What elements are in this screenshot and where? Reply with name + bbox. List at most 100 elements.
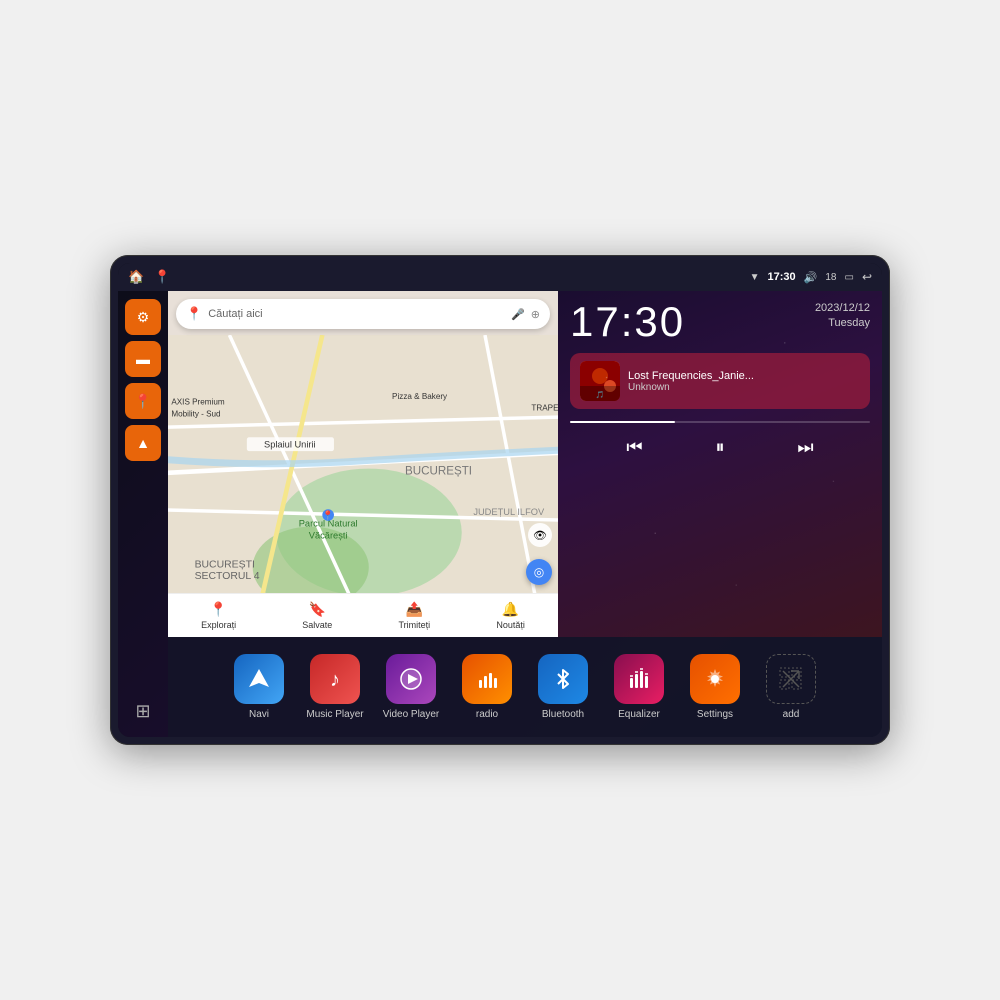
map-share-item[interactable]: 📤 Trimiteți	[399, 601, 431, 630]
crosshair-icon: ◎	[534, 565, 544, 579]
clock-time: 17:30	[570, 301, 685, 343]
home-icon[interactable]: 🏠	[128, 269, 144, 285]
next-button[interactable]: ⏭	[787, 433, 823, 462]
pause-button[interactable]: ⏸	[705, 433, 734, 462]
svg-text:JUDEȚUL ILFOV: JUDEȚUL ILFOV	[473, 507, 545, 517]
progress-bar-fill	[570, 421, 675, 423]
back-icon[interactable]: ↩	[862, 270, 872, 284]
map-eye-btn[interactable]: 👁	[528, 523, 552, 547]
status-bar: 🏠 📍 ▼ 17:30 🔊 18 ▭ ↩	[118, 263, 882, 291]
navi-label: Navi	[249, 709, 269, 720]
battery-level: 18	[825, 272, 836, 283]
app-video[interactable]: Video Player	[381, 654, 441, 720]
device-screen: 🏠 📍 ▼ 17:30 🔊 18 ▭ ↩ ⚙ ▬	[118, 263, 882, 737]
explore-label: Explorați	[201, 620, 236, 630]
layers-icon[interactable]: ⊕	[531, 308, 540, 321]
navigation-icon: ▲	[136, 435, 150, 451]
music-title: Lost Frequencies_Janie...	[628, 370, 860, 382]
app-navi[interactable]: Navi	[229, 654, 289, 720]
sidebar-apps-btn[interactable]: ⊞	[125, 693, 161, 729]
map-panel: 📍 Căutați aici 🎤 ⊕	[168, 291, 558, 637]
equalizer-label: Equalizer	[618, 709, 660, 720]
album-art: 🎵	[580, 361, 620, 401]
status-left-icons: 🏠 📍	[128, 269, 170, 285]
navi-icon-bg	[234, 654, 284, 704]
svg-text:🎵: 🎵	[596, 390, 605, 399]
clock-section: 17:30 2023/12/12 Tuesday	[570, 301, 870, 343]
explore-icon: 📍	[210, 601, 227, 618]
svg-text:BUCUREȘTI: BUCUREȘTI	[405, 464, 472, 477]
music-card[interactable]: 🎵 Lost Frequencies_Janie... Unknown	[570, 353, 870, 409]
app-add[interactable]: add	[761, 654, 821, 720]
settings-icon-bg	[690, 654, 740, 704]
svg-text:Văcărești: Văcărești	[309, 530, 348, 540]
map-search-bar[interactable]: 📍 Căutați aici 🎤 ⊕	[176, 299, 550, 329]
media-controls: ⏮ ⏸ ⏭	[570, 429, 870, 466]
app-settings[interactable]: Settings	[685, 654, 745, 720]
battery-icon: ▭	[844, 272, 853, 283]
bluetooth-icon-bg	[538, 654, 588, 704]
svg-text:📍: 📍	[322, 510, 334, 522]
sidebar-map-btn[interactable]: 📍	[125, 383, 161, 419]
app-equalizer[interactable]: Equalizer	[609, 654, 669, 720]
sidebar-nav-btn[interactable]: ▲	[125, 425, 161, 461]
map-pin-icon: 📍	[186, 306, 202, 322]
svg-text:SECTORUL 4: SECTORUL 4	[195, 571, 260, 582]
svg-text:BUCUREȘTI: BUCUREȘTI	[195, 559, 255, 570]
content-area: 📍 Căutați aici 🎤 ⊕	[168, 291, 882, 737]
volume-icon: 🔊	[804, 271, 818, 284]
status-right-icons: ▼ 17:30 🔊 18 ▭ ↩	[750, 270, 872, 284]
saved-label: Salvate	[302, 620, 332, 630]
sidebar-folder-btn[interactable]: ▬	[125, 341, 161, 377]
add-icon-bg	[766, 654, 816, 704]
progress-bar[interactable]	[570, 421, 870, 423]
grid-icon: ⊞	[135, 701, 150, 722]
settings-label: Settings	[697, 709, 733, 720]
sidebar-settings-btn[interactable]: ⚙	[125, 299, 161, 335]
top-section: 📍 Căutați aici 🎤 ⊕	[168, 291, 882, 637]
map-news-item[interactable]: 🔔 Noutăți	[496, 601, 525, 630]
svg-text:TRAPE...: TRAPE...	[531, 404, 558, 413]
app-radio[interactable]: radio	[457, 654, 517, 720]
video-icon-bg	[386, 654, 436, 704]
map-saved-item[interactable]: 🔖 Salvate	[302, 601, 332, 630]
folder-icon: ▬	[136, 351, 150, 367]
radio-icon-bg	[462, 654, 512, 704]
map-search-text: Căutați aici	[208, 308, 505, 320]
gear-icon: ⚙	[137, 309, 150, 326]
svg-text:Splaiul Unirii: Splaiul Unirii	[264, 440, 316, 450]
clock-date: 2023/12/12	[815, 301, 870, 316]
app-music[interactable]: ♪ Music Player	[305, 654, 365, 720]
music-label: Music Player	[306, 709, 363, 720]
share-label: Trimiteți	[399, 620, 431, 630]
svg-text:Mobility - Sud: Mobility - Sud	[171, 409, 220, 418]
map-icon: 📍	[134, 393, 151, 410]
app-bluetooth[interactable]: Bluetooth	[533, 654, 593, 720]
radio-label: radio	[476, 709, 498, 720]
map-explore-item[interactable]: 📍 Explorați	[201, 601, 236, 630]
music-artist: Unknown	[628, 382, 860, 393]
svg-text:AXIS Premium: AXIS Premium	[171, 398, 225, 407]
equalizer-icon-bg	[614, 654, 664, 704]
clock-day: Tuesday	[815, 316, 870, 331]
info-panel: 17:30 2023/12/12 Tuesday	[558, 291, 882, 637]
wifi-icon: ▼	[750, 272, 760, 283]
microphone-icon[interactable]: 🎤	[511, 308, 525, 321]
eye-icon: 👁	[533, 529, 547, 542]
video-label: Video Player	[383, 709, 440, 720]
main-area: ⚙ ▬ 📍 ▲ ⊞	[118, 291, 882, 737]
map-svg-area: Splaiul Unirii AXIS Premium Mobility - S…	[168, 335, 558, 637]
add-label: add	[783, 709, 800, 720]
bluetooth-label: Bluetooth	[542, 709, 584, 720]
map-location-fab[interactable]: ◎	[526, 559, 552, 585]
location-icon[interactable]: 📍	[154, 269, 170, 285]
svg-text:Pizza & Bakery: Pizza & Bakery	[392, 392, 448, 401]
device-frame: 🏠 📍 ▼ 17:30 🔊 18 ▭ ↩ ⚙ ▬	[110, 255, 890, 745]
saved-icon: 🔖	[309, 601, 326, 618]
svg-text:♪: ♪	[330, 669, 340, 691]
map-bottom-bar: 📍 Explorați 🔖 Salvate 📤 Trimiteți	[168, 593, 558, 637]
sidebar: ⚙ ▬ 📍 ▲ ⊞	[118, 291, 168, 737]
music-icon-bg: ♪	[310, 654, 360, 704]
clock-date-area: 2023/12/12 Tuesday	[815, 301, 870, 332]
prev-button[interactable]: ⏮	[616, 433, 652, 462]
